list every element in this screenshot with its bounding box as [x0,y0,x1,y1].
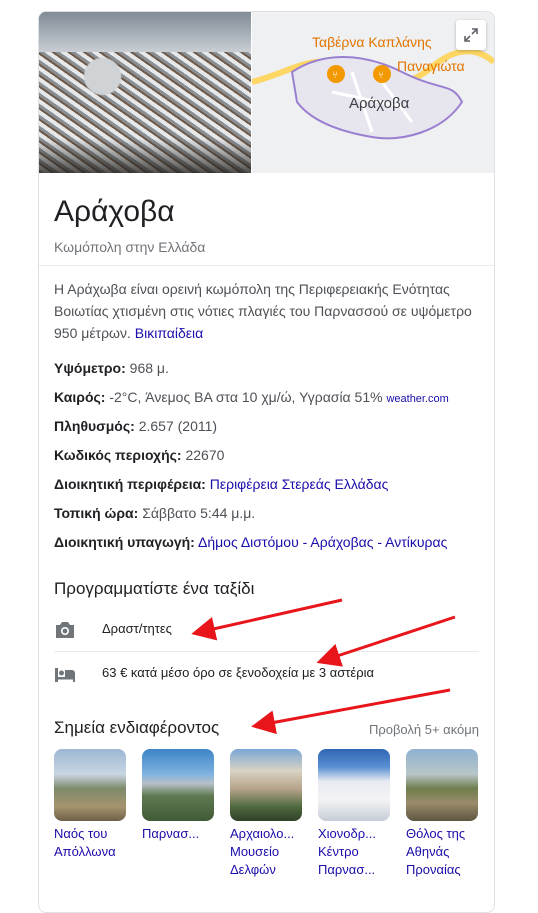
arrow-activities [191,598,343,641]
arrow-hotels [316,615,456,667]
arrow-poi [251,688,451,735]
annotation-arrows [191,598,456,735]
